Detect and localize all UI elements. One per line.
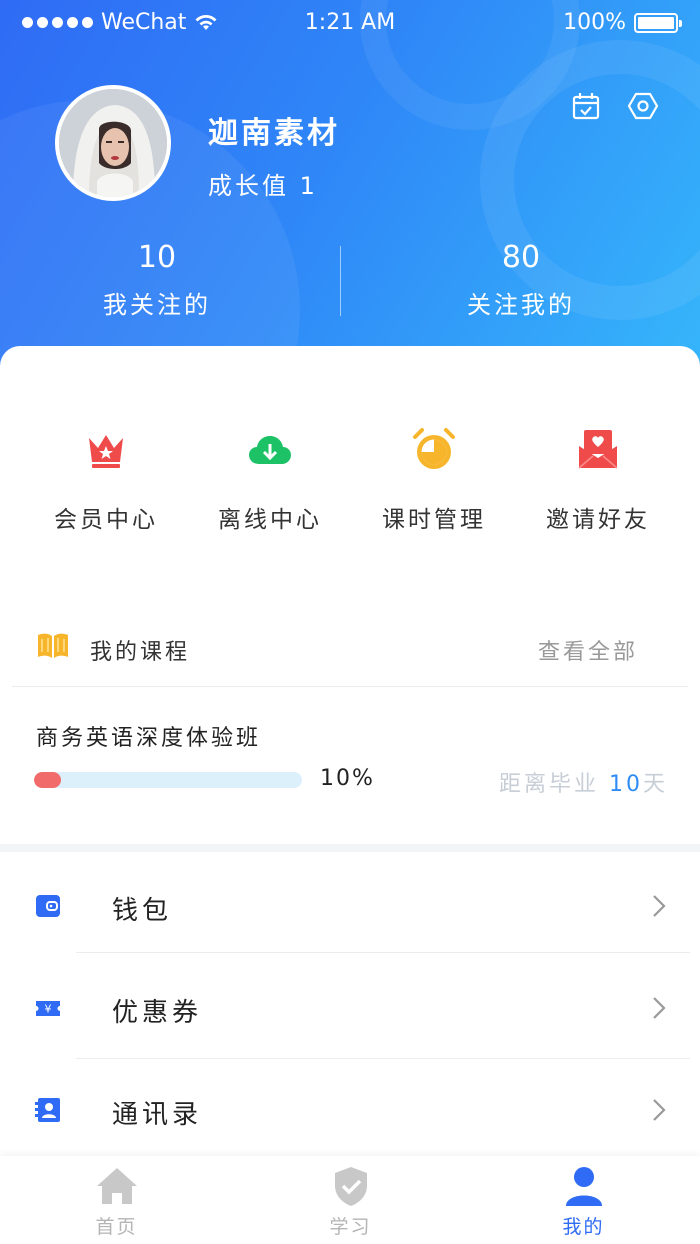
- menu-item-wallet[interactable]: 钱包: [0, 854, 700, 954]
- cloud-download-icon: [249, 436, 291, 464]
- menu-item-contacts[interactable]: 通讯录: [0, 1058, 700, 1158]
- battery-icon: [634, 12, 682, 33]
- chevron-right-icon: [653, 997, 666, 1019]
- svg-text:¥: ¥: [45, 1003, 52, 1016]
- wallet-icon: [36, 895, 60, 917]
- tab-study[interactable]: 学习: [234, 1164, 467, 1239]
- avatar[interactable]: [55, 85, 171, 201]
- menu-item-label: 优惠券: [112, 998, 203, 1028]
- graduation-prefix: 距离毕业: [498, 772, 599, 797]
- course-name[interactable]: 商务英语深度体验班: [36, 720, 261, 752]
- quick-action-offline-center[interactable]: 离线中心: [188, 426, 352, 534]
- followers-stat[interactable]: 80 关注我的: [366, 240, 676, 320]
- divider: [76, 952, 690, 953]
- calendar-checkin-icon[interactable]: [570, 90, 602, 122]
- menu-item-label: 通讯录: [112, 1100, 203, 1130]
- invite-envelope-icon: [578, 430, 618, 469]
- quick-action-invite-friends[interactable]: 邀请好友: [516, 426, 680, 534]
- profile-header: WeChat 1:21 AM 100% 迦南素材 成长值 1 10 我关注的 8…: [0, 0, 700, 400]
- menu-item-coupons[interactable]: ¥ 优惠券: [0, 956, 700, 1056]
- menu-item-label: 钱包: [112, 896, 173, 926]
- coupon-icon: ¥: [36, 1001, 60, 1016]
- course-progress-fill: [34, 772, 61, 788]
- username: 迦南素材: [208, 116, 340, 151]
- tab-home[interactable]: 首页: [0, 1164, 233, 1239]
- stats-divider: [340, 246, 341, 316]
- quick-action-label: 会员中心: [54, 507, 158, 533]
- alarm-clock-icon: [413, 428, 455, 469]
- following-stat[interactable]: 10 我关注的: [2, 240, 312, 320]
- my-courses-title: 我的课程: [90, 640, 191, 665]
- quick-action-label: 课时管理: [382, 507, 486, 533]
- chevron-right-icon: [653, 895, 666, 917]
- battery-percent: 100%: [563, 10, 626, 35]
- quick-action-label: 邀请好友: [546, 507, 650, 533]
- quick-action-lesson-management[interactable]: 课时管理: [352, 426, 516, 534]
- quick-actions-card: 会员中心 离线中心 课时管理 邀请好友: [0, 346, 700, 576]
- tab-label: 首页: [95, 1216, 138, 1238]
- followers-label: 关注我的: [467, 291, 575, 319]
- bottom-tab-bar: 首页 学习 我的: [0, 1156, 700, 1244]
- quick-action-member-center[interactable]: 会员中心: [24, 426, 188, 534]
- home-icon: [96, 1168, 137, 1204]
- course-progress-bar: [34, 772, 302, 788]
- status-bar: WeChat 1:21 AM 100%: [0, 0, 700, 48]
- followers-count: 80: [501, 240, 541, 275]
- avatar-portrait-icon: [59, 89, 167, 197]
- growth-value: 成长值 1: [208, 172, 318, 200]
- contacts-icon: [35, 1098, 60, 1122]
- tab-label: 我的: [562, 1216, 605, 1238]
- chevron-right-icon: [653, 1099, 666, 1121]
- quick-action-label: 离线中心: [218, 507, 322, 533]
- view-all-courses-link[interactable]: 查看全部: [538, 634, 638, 666]
- my-courses-card: 我的课程 查看全部 商务英语深度体验班 10% 距离毕业 10天: [0, 576, 700, 844]
- graduation-days: 10: [608, 772, 643, 797]
- crown-icon: [89, 435, 123, 468]
- divider: [12, 686, 688, 687]
- course-progress-percent: 10%: [320, 766, 375, 791]
- graduation-suffix: 天: [642, 772, 668, 797]
- following-label: 我关注的: [103, 291, 211, 319]
- user-icon: [565, 1167, 602, 1206]
- tab-mine[interactable]: 我的: [467, 1164, 700, 1239]
- tab-label: 学习: [329, 1216, 372, 1238]
- following-count: 10: [137, 240, 177, 275]
- settings-icon[interactable]: [627, 90, 659, 122]
- graduation-countdown: 距离毕业 10天: [499, 766, 668, 798]
- menu-list: 钱包 ¥ 优惠券 通讯录: [0, 852, 700, 1162]
- shield-check-icon: [334, 1167, 367, 1206]
- book-icon: [38, 633, 68, 658]
